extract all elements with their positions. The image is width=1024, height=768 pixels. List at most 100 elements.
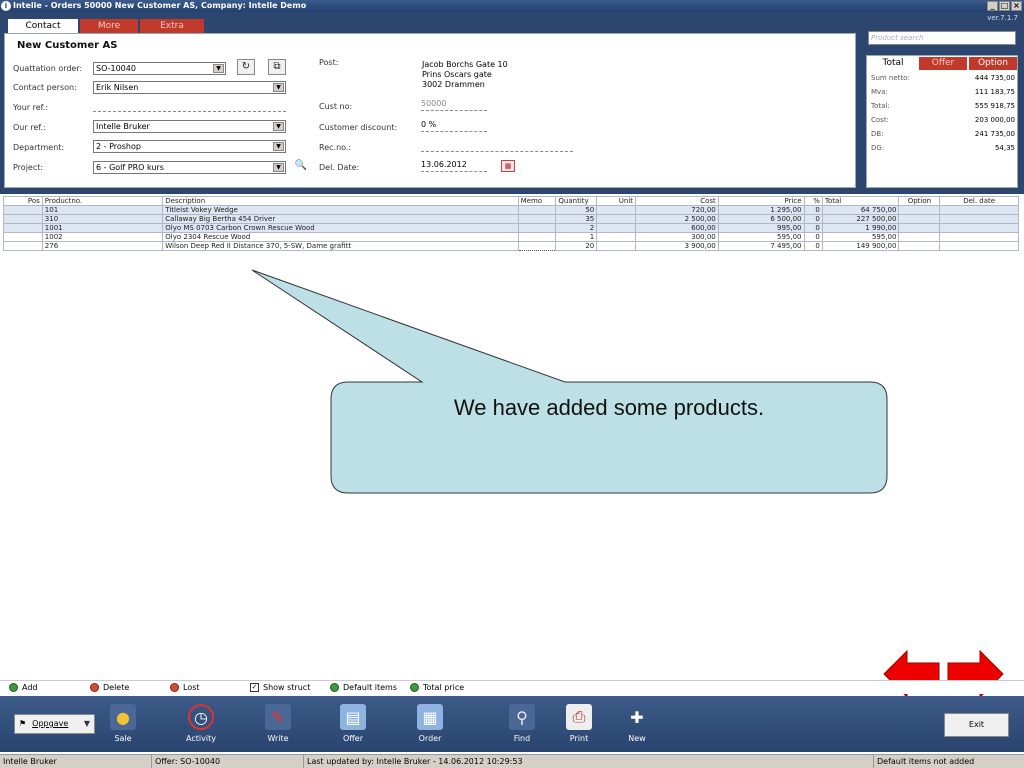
option-cell[interactable] <box>898 241 941 251</box>
print-button[interactable]: ⎙ Print <box>554 704 604 743</box>
description-cell[interactable]: Wilson Deep Red II Distance 370, 5-SW, D… <box>162 241 519 251</box>
column-header-pos[interactable]: Pos <box>3 196 43 206</box>
option-cell[interactable] <box>898 223 941 233</box>
cost-cell[interactable]: 300,00 <box>635 232 719 242</box>
copy-button[interactable]: ⧉ <box>268 59 286 75</box>
productno-cell[interactable]: 101 <box>41 205 164 215</box>
column-header-price[interactable]: Price <box>717 196 805 206</box>
pos-cell[interactable] <box>3 205 43 215</box>
price-cell[interactable]: 995,00 <box>717 223 805 233</box>
table-row[interactable]: 276 Wilson Deep Red II Distance 370, 5-S… <box>3 241 1019 251</box>
quotation-order-select[interactable]: SO-10040 ▼ <box>93 62 226 75</box>
product-search-input[interactable]: Product search <box>868 31 1016 45</box>
pos-cell[interactable] <box>3 232 43 242</box>
table-row[interactable]: 1002 Olyo 2304 Rescue Wood 1 300,00 595,… <box>3 232 1019 242</box>
memo-cell[interactable] <box>517 223 557 233</box>
new-button[interactable]: ✚ New <box>612 704 662 744</box>
quantity-cell[interactable]: 35 <box>555 214 598 224</box>
pos-cell[interactable] <box>3 223 43 233</box>
cost-cell[interactable]: 3 900,00 <box>635 241 719 251</box>
percent-cell[interactable]: 0 <box>803 205 823 215</box>
column-header-total[interactable]: Total <box>821 196 900 206</box>
cost-cell[interactable]: 600,00 <box>635 223 719 233</box>
del-date-cell[interactable] <box>939 223 1019 233</box>
table-row[interactable]: 1001 Olyo MS 0703 Carbon Crown Rescue Wo… <box>3 223 1019 233</box>
option-cell[interactable] <box>898 214 941 224</box>
cust-no-field[interactable]: 50000 <box>421 99 487 111</box>
column-header-description[interactable]: Description <box>162 196 519 206</box>
write-button[interactable]: ✎ Write <box>253 704 303 743</box>
unit-cell[interactable] <box>596 232 637 242</box>
pos-cell[interactable] <box>3 214 43 224</box>
del-date-cell[interactable] <box>939 214 1019 224</box>
del-date-field[interactable]: 13.06.2012 <box>421 160 487 172</box>
add-button[interactable]: Add <box>9 683 38 692</box>
pos-cell[interactable] <box>3 241 43 251</box>
delete-button[interactable]: Delete <box>90 683 129 692</box>
memo-cell[interactable] <box>517 205 557 215</box>
memo-cell[interactable] <box>517 214 557 224</box>
del-date-cell[interactable] <box>939 241 1019 251</box>
price-cell[interactable]: 1 295,00 <box>717 205 805 215</box>
cost-cell[interactable]: 2 500,00 <box>635 214 719 224</box>
minimize-button[interactable]: _ <box>987 1 998 11</box>
price-cell[interactable]: 7 495,00 <box>717 241 805 251</box>
tab-total[interactable]: Total <box>869 57 917 70</box>
unit-cell[interactable] <box>596 214 637 224</box>
description-cell[interactable]: Olyo MS 0703 Carbon Crown Rescue Wood <box>162 223 519 233</box>
department-select[interactable]: 2 - Proshop ▼ <box>93 140 286 153</box>
tab-contact[interactable]: Contact <box>8 19 78 33</box>
del-date-cell[interactable] <box>939 232 1019 242</box>
percent-cell[interactable]: 0 <box>803 214 823 224</box>
quantity-cell[interactable]: 1 <box>555 232 598 242</box>
option-cell[interactable] <box>898 232 941 242</box>
sale-button[interactable]: ● Sale <box>98 704 148 743</box>
quantity-cell[interactable]: 50 <box>555 205 598 215</box>
offer-button[interactable]: ▤ Offer <box>328 704 378 743</box>
close-button[interactable]: × <box>1011 1 1022 11</box>
column-header-unit[interactable]: Unit <box>596 196 637 206</box>
price-cell[interactable]: 595,00 <box>717 232 805 242</box>
productno-cell[interactable]: 1001 <box>41 223 164 233</box>
tab-offer[interactable]: Offer <box>919 57 967 70</box>
project-select[interactable]: 6 - Golf PRO kurs ▼ <box>93 161 286 174</box>
unit-cell[interactable] <box>596 241 637 251</box>
column-header-productno[interactable]: Productno. <box>41 196 164 206</box>
column-header-quantity[interactable]: Quantity <box>555 196 598 206</box>
option-cell[interactable] <box>898 205 941 215</box>
customer-discount-field[interactable]: 0 % <box>421 120 487 132</box>
tab-option[interactable]: Option <box>969 57 1017 70</box>
price-cell[interactable]: 6 500,00 <box>717 214 805 224</box>
productno-cell[interactable]: 310 <box>41 214 164 224</box>
table-row[interactable]: 101 Titleist Vokey Wedge 50 720,00 1 295… <box>3 205 1019 215</box>
oppgave-dropdown[interactable]: ⚑ Oppgave ▼ <box>14 714 95 734</box>
percent-cell[interactable]: 0 <box>803 241 823 251</box>
lost-button[interactable]: Lost <box>170 683 200 692</box>
show-struct-checkbox[interactable]: ✓ Show struct <box>250 683 310 692</box>
exit-button[interactable]: Exit <box>944 713 1009 737</box>
quantity-cell[interactable]: 2 <box>555 223 598 233</box>
percent-cell[interactable]: 0 <box>803 223 823 233</box>
column-header-option[interactable]: Option <box>898 196 941 206</box>
project-search-button[interactable]: 🔍 <box>292 159 310 175</box>
refresh-button[interactable]: ↻ <box>237 59 255 75</box>
tab-more[interactable]: More <box>80 19 138 33</box>
del-date-cell[interactable] <box>939 205 1019 215</box>
column-header-percent[interactable]: % <box>803 196 823 206</box>
table-row[interactable]: 310 Callaway Big Bertha 454 Driver 35 2 … <box>3 214 1019 224</box>
productno-cell[interactable]: 1002 <box>41 232 164 242</box>
productno-cell[interactable]: 276 <box>41 241 164 251</box>
description-cell[interactable]: Titleist Vokey Wedge <box>162 205 519 215</box>
contact-person-select[interactable]: Erik Nilsen ▼ <box>93 81 286 94</box>
unit-cell[interactable] <box>596 223 637 233</box>
memo-cell[interactable] <box>517 241 557 251</box>
total-price-button[interactable]: Total price <box>410 683 464 692</box>
quantity-cell[interactable]: 20 <box>555 241 598 251</box>
maximize-button[interactable]: □ <box>999 1 1010 11</box>
tab-extra[interactable]: Extra <box>140 19 204 33</box>
activity-button[interactable]: ◷ Activity <box>176 704 226 743</box>
order-button[interactable]: ▦ Order <box>405 704 455 743</box>
column-header-del-date[interactable]: Del. date <box>939 196 1019 206</box>
column-header-cost[interactable]: Cost <box>635 196 719 206</box>
find-button[interactable]: ⚲ Find <box>497 704 547 743</box>
